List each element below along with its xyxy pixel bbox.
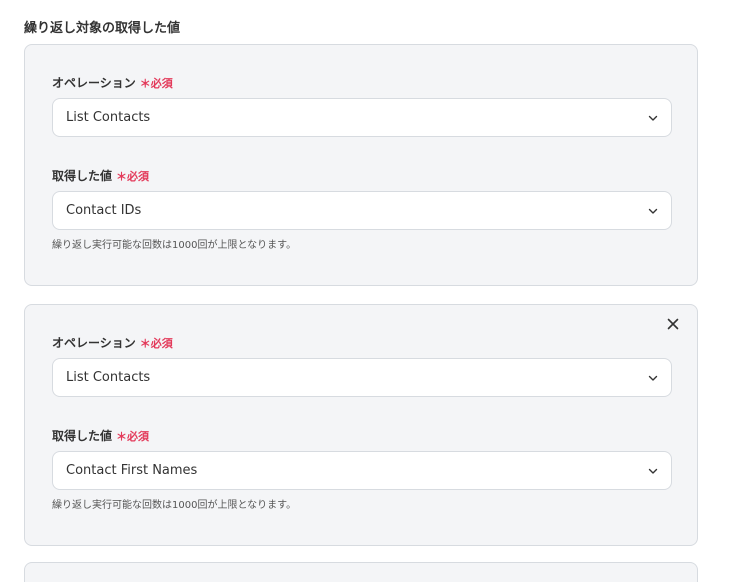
value-select[interactable]: Contact IDs	[52, 191, 672, 230]
operation-label: オペレーション ＊必須	[52, 74, 173, 91]
value-label-text: 取得した値	[52, 429, 113, 443]
value-label-text: 取得した値	[52, 169, 113, 183]
chevron-down-icon	[648, 468, 658, 474]
operation-label-text: オペレーション	[52, 336, 136, 350]
operation-select[interactable]: List Contacts	[52, 358, 672, 397]
loop-target-card-3	[24, 562, 698, 582]
operation-select[interactable]: List Contacts	[52, 98, 672, 137]
loop-target-card-2: オペレーション ＊必須 List Contacts 取得した値 ＊必須 Contac…	[24, 304, 698, 546]
operation-select-value: List Contacts	[66, 370, 151, 385]
chevron-down-icon	[648, 208, 658, 214]
loop-target-card-1: オペレーション ＊必須 List Contacts 取得した値 ＊必須 Contac…	[24, 44, 698, 286]
value-select[interactable]: Contact First Names	[52, 451, 672, 490]
close-icon[interactable]	[665, 316, 681, 332]
section-title: 繰り返し対象の取得した値	[24, 21, 181, 36]
value-select-value: Contact IDs	[66, 203, 142, 218]
required-badge: ＊必須	[139, 337, 173, 350]
operation-select-value: List Contacts	[66, 110, 151, 125]
limit-hint: 繰り返し実行可能な回数は1000回が上限となります。	[52, 500, 297, 511]
value-label: 取得した値 ＊必須	[52, 427, 149, 444]
chevron-down-icon	[648, 115, 658, 121]
required-badge: ＊必須	[139, 77, 173, 90]
limit-hint: 繰り返し実行可能な回数は1000回が上限となります。	[52, 240, 297, 251]
required-badge: ＊必須	[116, 170, 150, 183]
value-select-value: Contact First Names	[66, 463, 198, 478]
required-badge: ＊必須	[116, 430, 150, 443]
operation-label-text: オペレーション	[52, 76, 136, 90]
operation-label: オペレーション ＊必須	[52, 334, 173, 351]
chevron-down-icon	[648, 375, 658, 381]
value-label: 取得した値 ＊必須	[52, 167, 149, 184]
